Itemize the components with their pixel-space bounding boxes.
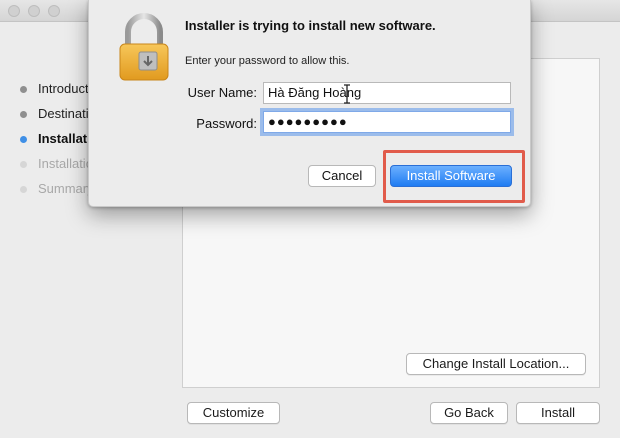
zoom-window-button[interactable] [48, 5, 60, 17]
customize-button[interactable]: Customize [187, 402, 280, 424]
change-install-location-button[interactable]: Change Install Location... [406, 353, 586, 375]
dialog-title: Installer is trying to install new softw… [185, 18, 436, 33]
cancel-button[interactable]: Cancel [308, 165, 376, 187]
username-field[interactable]: Hà Đăng Hoàng [263, 82, 511, 104]
password-label: Password: [196, 116, 257, 131]
install-button[interactable]: Install [516, 402, 600, 424]
step-dot-icon [20, 136, 27, 143]
lock-icon [119, 13, 169, 81]
minimize-window-button[interactable] [28, 5, 40, 17]
step-dot-icon [20, 161, 27, 168]
step-dot-icon [20, 86, 27, 93]
close-window-button[interactable] [8, 5, 20, 17]
password-field[interactable]: ●●●●●●●●● [263, 111, 511, 133]
dialog-subtitle: Enter your password to allow this. [185, 55, 350, 67]
step-label: Summary [38, 181, 94, 196]
step-dot-icon [20, 111, 27, 118]
text-cursor-icon [344, 84, 350, 104]
username-label: User Name: [187, 85, 257, 100]
step-dot-icon [20, 186, 27, 193]
highlight-annotation [383, 150, 525, 203]
go-back-button[interactable]: Go Back [430, 402, 508, 424]
